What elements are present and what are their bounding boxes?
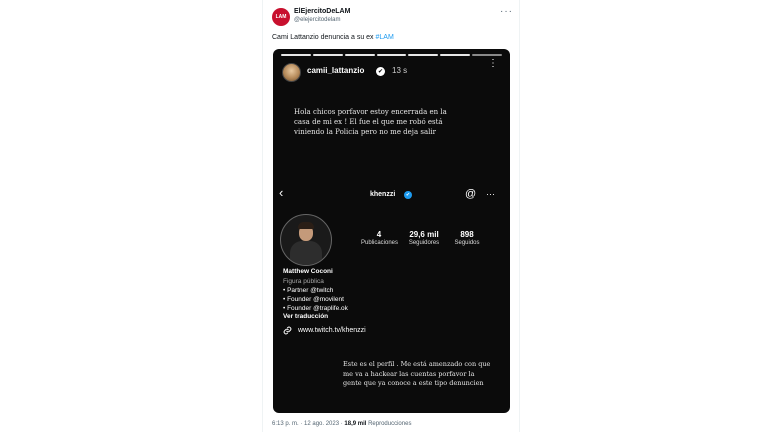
bio-line: • Partner @twitch — [283, 287, 334, 294]
view-count: 18,9 mil — [344, 421, 367, 427]
profile-username: khenzzi — [370, 191, 396, 198]
author-display-name[interactable]: ElEjercitoDeLAM — [294, 8, 350, 15]
tweet-body: Cami Lattanzio denuncia a su ex — [272, 34, 374, 41]
back-arrow-icon: ‹ — [279, 185, 284, 200]
stat-label: Seguidores — [408, 240, 440, 246]
story-avatar — [282, 63, 301, 82]
story-message-bottom: Este es el perfil . Me está amenzado con… — [343, 360, 491, 387]
bio-line: • Founder @movilent — [283, 296, 344, 303]
author-handle[interactable]: @elejercitodelam — [294, 17, 340, 23]
progress-segment — [344, 54, 375, 56]
story-progress-bars — [281, 54, 503, 56]
progress-segment — [472, 54, 503, 56]
tweet-footer: 6:13 p. m. · 12 ago. 2023 · 18,9 mil Rep… — [272, 421, 411, 427]
profile-name: Matthew Coconi — [283, 268, 333, 275]
tweet-timestamp[interactable]: 6:13 p. m. · 12 ago. 2023 · — [272, 421, 343, 427]
profile-link: www.twitch.tv/khenzzi — [298, 327, 366, 334]
avatar-body — [290, 241, 322, 265]
link-icon — [283, 326, 292, 337]
verified-icon: ✔ — [404, 191, 412, 199]
threads-icon: @ — [465, 188, 477, 200]
profile-category: Figura pública — [283, 278, 324, 285]
stat-label: Seguidos — [454, 240, 480, 246]
profile-more-icon: ··· — [486, 189, 495, 199]
tweet-text: Cami Lattanzio denuncia a su ex #LAM — [272, 34, 394, 41]
progress-segment — [408, 54, 439, 56]
progress-segment — [376, 54, 407, 56]
stat-number: 4 — [376, 230, 382, 239]
stat-label: Publicaciones — [361, 240, 399, 246]
stat-posts: 4 Publicaciones — [361, 230, 399, 246]
story-username: camii_lattanzio — [307, 66, 365, 75]
stat-following: 898 Seguidos — [449, 230, 485, 246]
story-menu-icon: ⋮ — [488, 58, 498, 69]
author-avatar[interactable]: LAM — [272, 8, 290, 26]
progress-segment — [440, 54, 471, 56]
story-message-top: Hola chicos porfavor estoy encerrada en … — [294, 108, 447, 136]
more-options-icon[interactable]: ··· — [500, 6, 513, 17]
stat-followers: 29,6 mil Seguidores — [403, 230, 445, 246]
hashtag-link[interactable]: #LAM — [376, 34, 394, 41]
story-time: 13 s — [392, 66, 408, 75]
profile-avatar — [280, 214, 332, 266]
story-image[interactable]: camii_lattanzio ✔ 13 s ⋮ Hola chicos por… — [273, 49, 510, 413]
bio-line: • Founder @traplife.ok — [283, 305, 348, 312]
translate-link: Ver traducción — [283, 313, 329, 320]
stat-number: 29,6 mil — [409, 230, 439, 239]
progress-segment — [281, 54, 311, 56]
stat-number: 898 — [460, 230, 474, 239]
progress-segment — [312, 54, 343, 56]
avatar-hair — [298, 222, 314, 229]
view-count-label: Reproducciones — [368, 421, 412, 427]
verified-icon: ✔ — [376, 67, 385, 76]
